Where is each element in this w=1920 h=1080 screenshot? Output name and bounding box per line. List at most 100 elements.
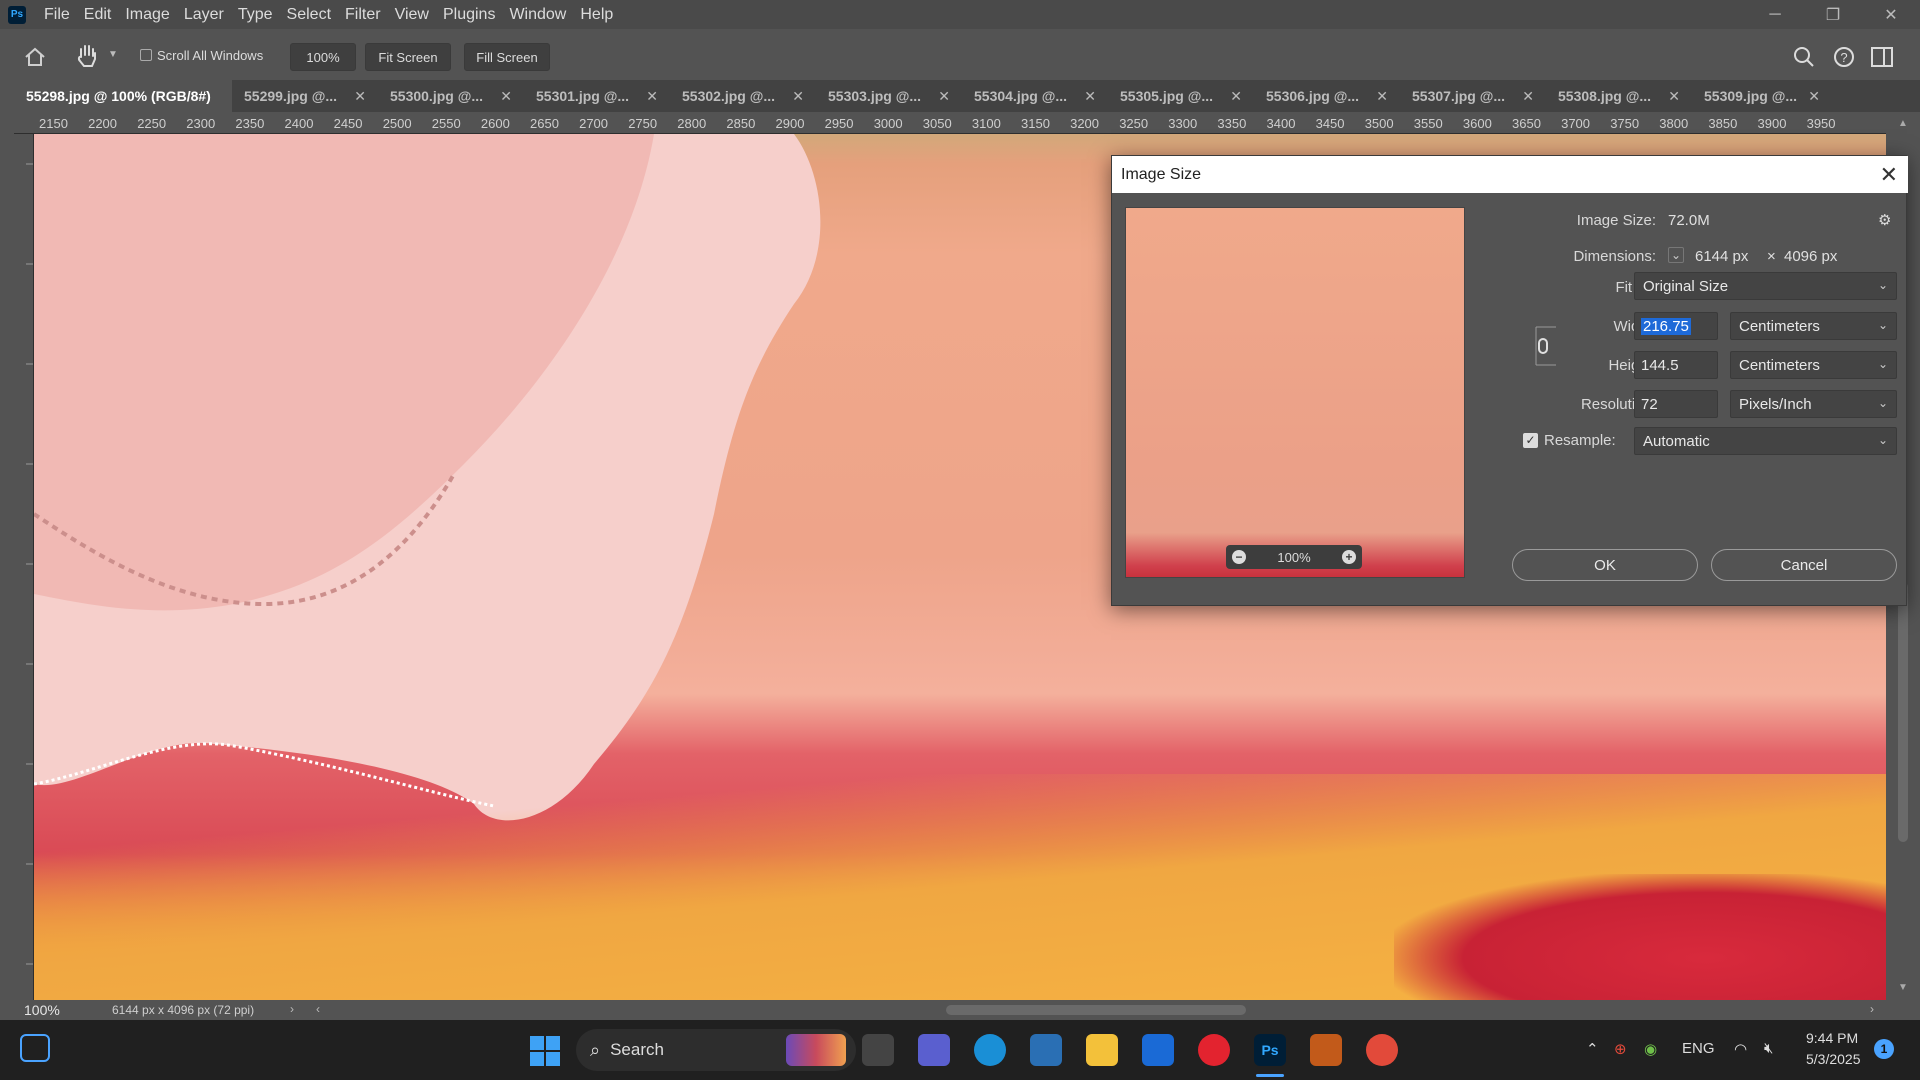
- scroll-left-icon[interactable]: ‹: [316, 1002, 320, 1016]
- hand-tool-icon[interactable]: [76, 43, 98, 69]
- cancel-button[interactable]: Cancel: [1711, 549, 1897, 581]
- width-input[interactable]: 216.75: [1634, 312, 1718, 340]
- dialog-close-icon[interactable]: ✕: [1880, 162, 1898, 188]
- photoshop-logo-icon[interactable]: Ps: [8, 5, 26, 24]
- menu-select[interactable]: Select: [287, 6, 331, 24]
- tab-55300[interactable]: 55300.jpg @... ✕: [378, 80, 524, 112]
- status-arrow-icon[interactable]: ›: [290, 1002, 294, 1016]
- tab-close-icon[interactable]: ✕: [354, 88, 366, 105]
- tab-close-icon[interactable]: ✕: [646, 88, 658, 105]
- tab-55305[interactable]: 55305.jpg @... ✕: [1108, 80, 1254, 112]
- search-icon[interactable]: [1793, 46, 1815, 68]
- resample-select[interactable]: Automatic ⌄: [1634, 427, 1897, 455]
- language-indicator[interactable]: ENG: [1682, 1040, 1715, 1057]
- tab-55304[interactable]: 55304.jpg @... ✕: [962, 80, 1108, 112]
- file-explorer-icon[interactable]: [1086, 1034, 1118, 1066]
- tab-close-icon[interactable]: ✕: [1230, 88, 1242, 105]
- tab-close-icon[interactable]: ✕: [1522, 88, 1534, 105]
- ruler-tick-label: 3850: [1708, 116, 1738, 131]
- opera-browser-icon[interactable]: [1198, 1034, 1230, 1066]
- widgets-icon[interactable]: [20, 1034, 50, 1062]
- resolution-input[interactable]: 72: [1634, 390, 1718, 418]
- home-icon[interactable]: [24, 47, 46, 67]
- menu-help[interactable]: Help: [580, 6, 613, 24]
- tab-close-icon[interactable]: ✕: [792, 88, 804, 105]
- zoom-in-icon[interactable]: +: [1342, 550, 1356, 564]
- resolution-value: 72: [1641, 395, 1658, 413]
- tab-55306[interactable]: 55306.jpg @... ✕: [1254, 80, 1400, 112]
- fit-to-select[interactable]: Original Size ⌄: [1634, 272, 1897, 300]
- dimensions-label: Dimensions:: [1573, 248, 1656, 265]
- menu-edit[interactable]: Edit: [84, 6, 112, 24]
- edge-browser-icon[interactable]: [974, 1034, 1006, 1066]
- settings-gear-icon[interactable]: ⚙: [1878, 211, 1891, 229]
- task-view-icon[interactable]: [862, 1034, 894, 1066]
- status-zoom[interactable]: 100%: [24, 1002, 60, 1018]
- volume-muted-icon[interactable]: 🔇︎: [1764, 1040, 1773, 1057]
- image-preview[interactable]: − 100% +: [1125, 207, 1465, 578]
- width-unit-select[interactable]: Centimeters ⌄: [1730, 312, 1897, 340]
- menu-image[interactable]: Image: [125, 6, 169, 24]
- tab-55302[interactable]: 55302.jpg @... ✕: [670, 80, 816, 112]
- copilot-icon[interactable]: [1030, 1034, 1062, 1066]
- menu-plugins[interactable]: Plugins: [443, 6, 495, 24]
- fit-screen-button[interactable]: Fit Screen: [365, 43, 451, 71]
- restore-icon[interactable]: ❐: [1804, 0, 1862, 29]
- vertical-scroll-thumb[interactable]: [1898, 582, 1908, 842]
- tool-chevron-down-icon[interactable]: ▼: [108, 49, 118, 60]
- zoom-100-button[interactable]: 100%: [290, 43, 356, 71]
- windows-start-icon[interactable]: [530, 1036, 560, 1066]
- tab-55301[interactable]: 55301.jpg @... ✕: [524, 80, 670, 112]
- search-highlight-icon[interactable]: [786, 1034, 846, 1066]
- clock-time[interactable]: 9:44 PM: [1806, 1030, 1858, 1046]
- notification-badge[interactable]: 1: [1874, 1039, 1894, 1059]
- tab-close-icon[interactable]: ✕: [1668, 88, 1680, 105]
- network-app-icon[interactable]: ◉: [1644, 1040, 1657, 1058]
- tab-close-icon[interactable]: ✕: [1376, 88, 1388, 105]
- tab-close-icon[interactable]: ✕: [1808, 88, 1820, 105]
- close-window-icon[interactable]: ✕: [1862, 0, 1920, 29]
- tab-55298[interactable]: 55298.jpg @ 100% (RGB/8#): [0, 80, 232, 112]
- dimensions-unit-chevron-icon[interactable]: ⌄: [1668, 247, 1684, 263]
- preview-zoom-bar: − 100% +: [1226, 545, 1362, 569]
- resample-checkbox[interactable]: ✓: [1523, 433, 1538, 448]
- tab-close-icon[interactable]: ✕: [500, 88, 512, 105]
- workspace-icon[interactable]: [1871, 47, 1893, 67]
- tab-55303[interactable]: 55303.jpg @... ✕: [816, 80, 962, 112]
- scroll-up-icon[interactable]: ▲: [1898, 118, 1908, 129]
- microsoft-store-icon[interactable]: [1142, 1034, 1174, 1066]
- clock-date[interactable]: 5/3/2025: [1806, 1051, 1861, 1067]
- menu-type[interactable]: Type: [238, 6, 273, 24]
- tab-55309[interactable]: 55309.jpg @... ✕: [1692, 80, 1832, 112]
- help-icon[interactable]: ?: [1833, 46, 1855, 68]
- horizontal-scroll-thumb[interactable]: [946, 1005, 1246, 1015]
- menu-filter[interactable]: Filter: [345, 6, 381, 24]
- dimensions-width: 6144 px: [1695, 248, 1749, 265]
- menu-window[interactable]: Window: [509, 6, 566, 24]
- tab-close-icon[interactable]: ✕: [1084, 88, 1096, 105]
- ok-button[interactable]: OK: [1512, 549, 1698, 581]
- height-input[interactable]: 144.5: [1634, 351, 1718, 379]
- zoom-out-icon[interactable]: −: [1232, 550, 1246, 564]
- menu-layer[interactable]: Layer: [184, 6, 224, 24]
- tab-close-icon[interactable]: ✕: [938, 88, 950, 105]
- teams-chat-icon[interactable]: [918, 1034, 950, 1066]
- tab-55308[interactable]: 55308.jpg @... ✕: [1546, 80, 1692, 112]
- menu-view[interactable]: View: [395, 6, 429, 24]
- tray-chevron-up-icon[interactable]: ⌃: [1586, 1040, 1599, 1058]
- fill-screen-button[interactable]: Fill Screen: [464, 43, 550, 71]
- photoshop-taskbar-icon[interactable]: Ps: [1254, 1034, 1286, 1066]
- menu-file[interactable]: File: [44, 6, 70, 24]
- scroll-all-checkbox[interactable]: [140, 49, 152, 61]
- height-unit-select[interactable]: Centimeters ⌄: [1730, 351, 1897, 379]
- tab-55299[interactable]: 55299.jpg @... ✕: [232, 80, 378, 112]
- resolution-unit-select[interactable]: Pixels/Inch ⌄: [1730, 390, 1897, 418]
- brave-browser-icon[interactable]: [1310, 1034, 1342, 1066]
- scroll-down-icon[interactable]: ▼: [1898, 982, 1908, 993]
- tab-55307[interactable]: 55307.jpg @... ✕: [1400, 80, 1546, 112]
- vpn-icon[interactable]: ⊕: [1614, 1040, 1627, 1058]
- chrome-browser-icon[interactable]: [1366, 1034, 1398, 1066]
- scroll-right-icon[interactable]: ›: [1870, 1002, 1874, 1016]
- minimize-icon[interactable]: ─: [1746, 0, 1804, 29]
- wifi-icon[interactable]: ◠: [1734, 1040, 1747, 1058]
